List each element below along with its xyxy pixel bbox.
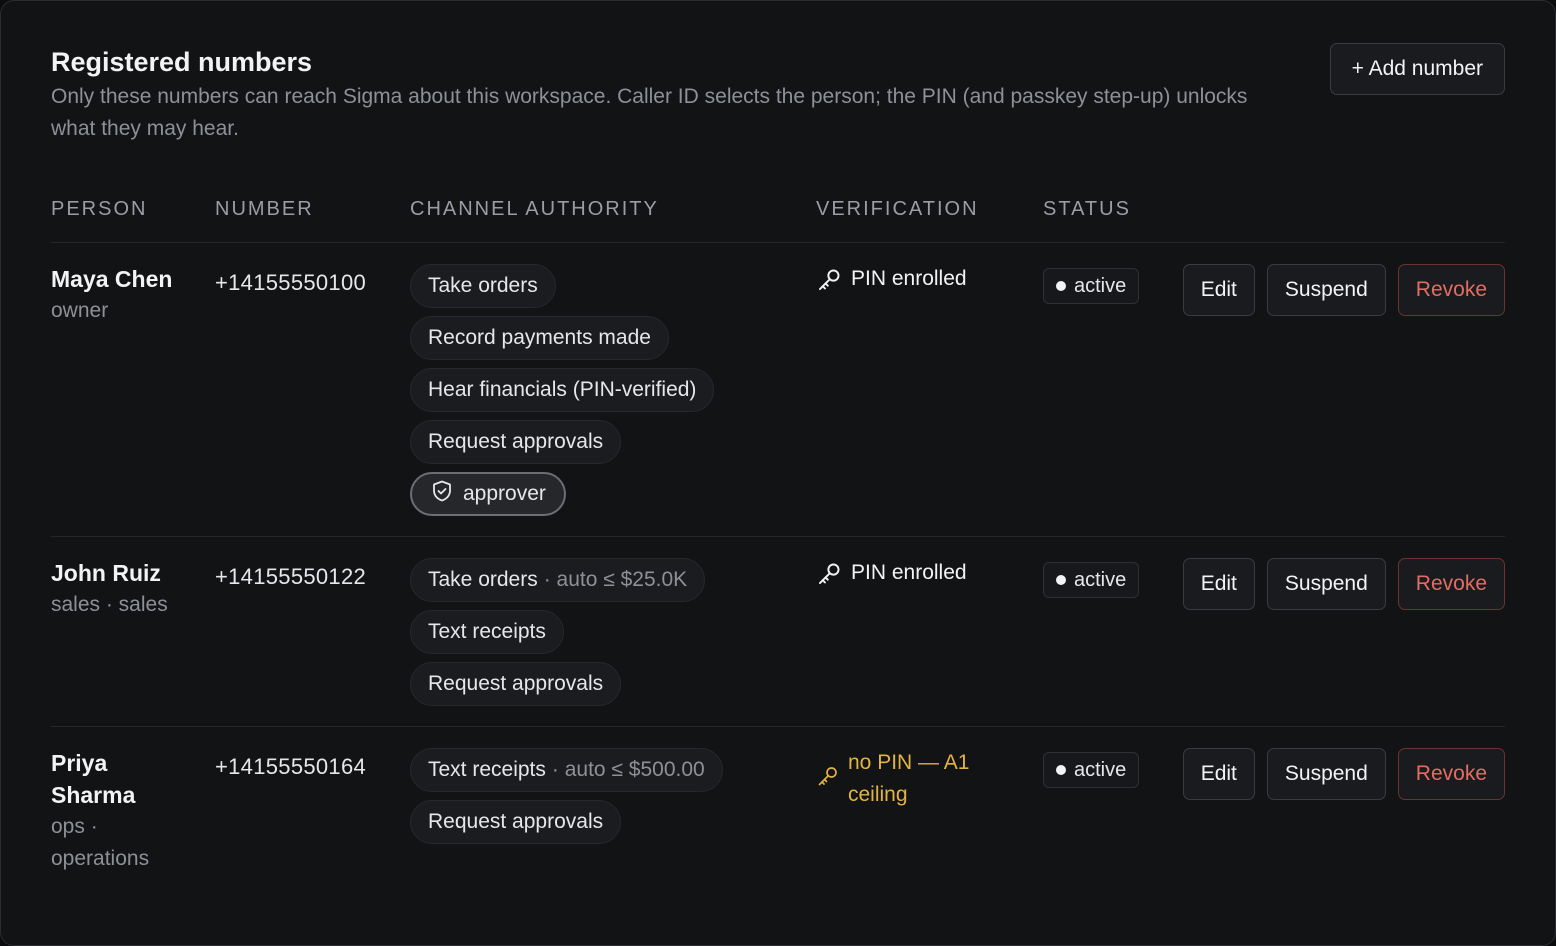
authority-chip: Text receipts <box>410 610 564 654</box>
key-icon <box>816 557 851 597</box>
approver-label: approver <box>463 482 546 505</box>
page-subtitle: Only these numbers can reach Sigma about… <box>51 85 1248 140</box>
add-number-button[interactable]: + Add number <box>1329 43 1505 95</box>
verification-status: no PIN — A1 ceiling <box>816 747 991 811</box>
table-row: Priya Sharma ops · operations +141555501… <box>51 727 1505 907</box>
edit-button[interactable]: Edit <box>1182 748 1255 800</box>
registered-numbers-panel: Registered numbers Only these numbers ca… <box>0 0 1556 946</box>
person-name: Maya Chen <box>51 266 173 292</box>
authority-chip: Request approvals <box>410 662 622 706</box>
person-role: ops · operations <box>51 815 150 870</box>
panel-header: Registered numbers Only these numbers ca… <box>51 43 1505 193</box>
phone-number: +14155550100 <box>215 270 367 295</box>
status-badge: active <box>1043 268 1140 304</box>
table-row: John Ruiz sales · sales +14155550122 Tak… <box>51 537 1505 727</box>
channel-authority-chips: Text receipts · auto ≤ $500.00 Request ap… <box>410 748 723 844</box>
approver-chip: approver <box>410 472 566 516</box>
column-header-status: STATUS <box>1043 198 1131 220</box>
suspend-button[interactable]: Suspend <box>1266 264 1386 316</box>
row-actions: Edit Suspend Revoke <box>1182 558 1505 610</box>
person-cell: Maya Chen owner <box>51 263 201 327</box>
authority-chip: Take orders · auto ≤ $25.0K <box>410 558 706 602</box>
table-header: PERSON NUMBER CHANNEL AUTHORITY VERIFICA… <box>51 193 1505 243</box>
row-actions: Edit Suspend Revoke <box>1182 748 1505 800</box>
authority-chip: Record payments made <box>410 316 669 360</box>
person-role: owner <box>51 299 109 322</box>
column-header-person: PERSON <box>51 198 148 220</box>
authority-chip: Hear financials (PIN-verified) <box>410 368 715 412</box>
authority-chip: Text receipts · auto ≤ $500.00 <box>410 748 723 792</box>
person-name: John Ruiz <box>51 560 161 586</box>
column-header-number: NUMBER <box>215 198 314 220</box>
shield-check-icon <box>430 479 463 509</box>
revoke-button[interactable]: Revoke <box>1397 264 1505 316</box>
suspend-button[interactable]: Suspend <box>1266 558 1386 610</box>
phone-number: +14155550122 <box>215 564 367 589</box>
verification-status: PIN enrolled <box>816 557 967 597</box>
column-header-channel-authority: CHANNEL AUTHORITY <box>410 198 659 220</box>
authority-chip: Request approvals <box>410 800 622 844</box>
status-dot-icon <box>1056 281 1066 291</box>
edit-button[interactable]: Edit <box>1182 264 1255 316</box>
column-header-verification: VERIFICATION <box>816 198 979 220</box>
person-cell: John Ruiz sales · sales <box>51 557 201 621</box>
row-actions: Edit Suspend Revoke <box>1182 264 1505 316</box>
authority-chip: Request approvals <box>410 420 622 464</box>
table-row: Maya Chen owner +14155550100 Take orders… <box>51 243 1505 537</box>
status-badge: active <box>1043 562 1140 598</box>
person-cell: Priya Sharma ops · operations <box>51 747 191 875</box>
status-dot-icon <box>1056 575 1066 585</box>
status-badge: active <box>1043 752 1140 788</box>
person-name: Priya Sharma <box>51 750 136 808</box>
key-icon <box>816 263 851 303</box>
authority-chip: Take orders <box>410 264 556 308</box>
person-role: sales · sales <box>51 593 168 616</box>
status-dot-icon <box>1056 765 1066 775</box>
channel-authority-chips: Take orders Record payments made Hear fi… <box>410 264 715 516</box>
verification-status: PIN enrolled <box>816 263 967 303</box>
channel-authority-chips: Take orders · auto ≤ $25.0K Text receipts… <box>410 558 706 706</box>
suspend-button[interactable]: Suspend <box>1266 748 1386 800</box>
page-title: Registered numbers <box>51 47 313 77</box>
revoke-button[interactable]: Revoke <box>1397 748 1505 800</box>
edit-button[interactable]: Edit <box>1182 558 1255 610</box>
revoke-button[interactable]: Revoke <box>1397 558 1505 610</box>
key-icon <box>816 761 848 798</box>
phone-number: +14155550164 <box>215 754 367 779</box>
